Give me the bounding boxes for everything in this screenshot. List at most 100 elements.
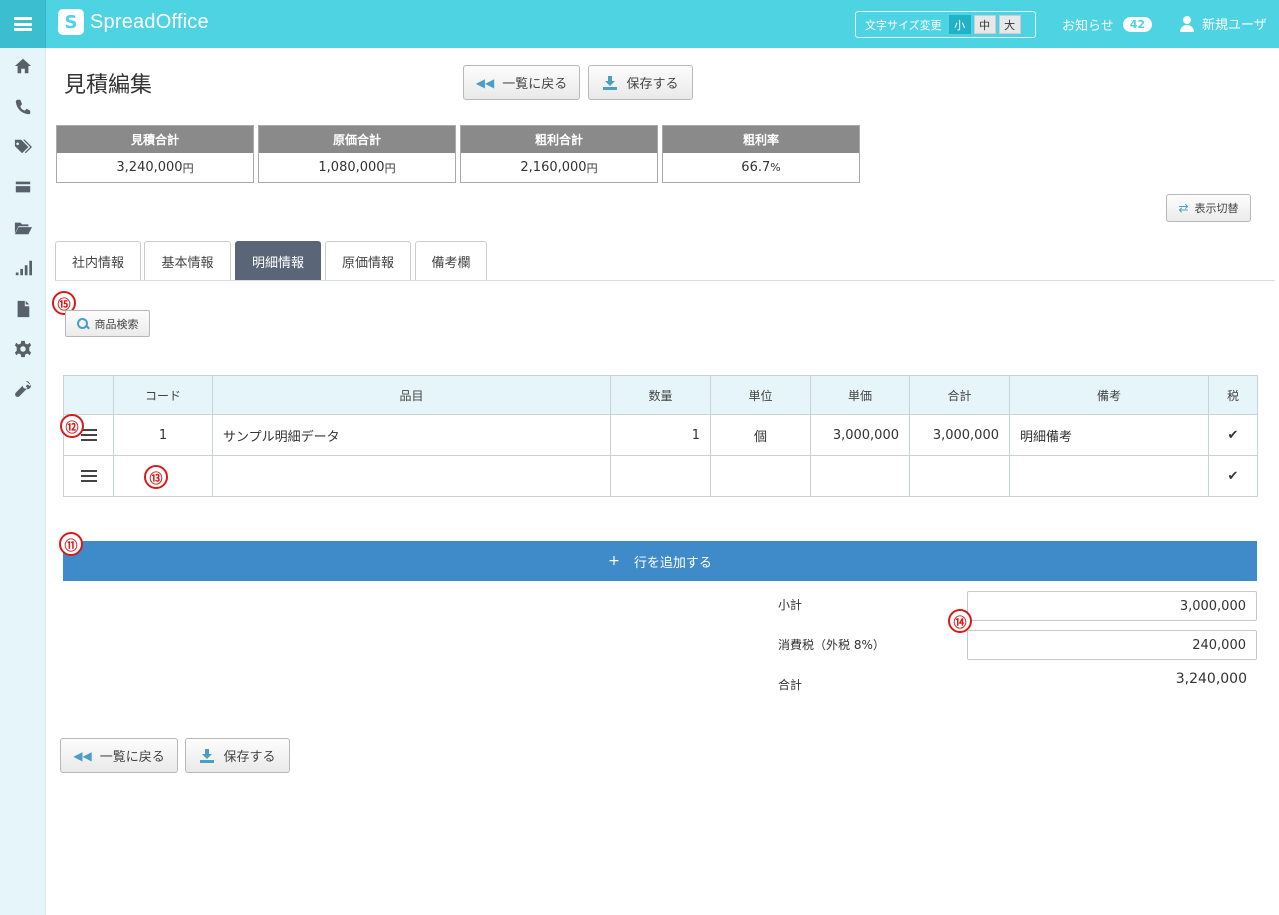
detail-table: コード 品目 数量 単位 単価 合計 備考 税 1 サンプル明細データ 1 個 …: [63, 375, 1258, 497]
cell-quantity[interactable]: [610, 455, 711, 497]
page-title: 見積編集: [64, 73, 153, 98]
cell-note[interactable]: [1009, 455, 1209, 497]
row-drag-handle[interactable]: [63, 455, 114, 497]
save-label: 保存する: [223, 750, 276, 765]
wrench-icon: [15, 380, 32, 397]
add-row-label: 行を追加する: [633, 555, 712, 571]
subtotal-field[interactable]: 3,000,000: [967, 591, 1257, 621]
font-size-label: 文字サイズ変更: [865, 18, 942, 32]
annotation-marker-14: ⑭: [948, 609, 972, 633]
column-header-item: 品目: [212, 375, 611, 415]
user-name: 新規ユーザ: [1202, 18, 1267, 33]
tab-cost-info[interactable]: 原価情報: [325, 241, 411, 281]
font-size-small-button[interactable]: 小: [948, 15, 971, 34]
column-header-quantity: 数量: [610, 375, 711, 415]
display-toggle-button[interactable]: ⇄ 表示切替: [1166, 194, 1251, 222]
cell-total: 3,000,000: [909, 414, 1010, 456]
cell-quantity[interactable]: 1: [610, 414, 711, 456]
double-chevron-left-icon: ◀◀: [73, 748, 92, 763]
hamburger-icon: [13, 17, 32, 31]
font-size-medium-button[interactable]: 中: [973, 15, 996, 34]
column-header-handle: [63, 375, 114, 415]
sidebar-item-documents[interactable]: [0, 294, 46, 324]
add-row-button[interactable]: + 行を追加する: [63, 541, 1257, 581]
user-menu[interactable]: 新規ユーザ: [1179, 14, 1267, 33]
table-header-row: コード 品目 数量 単位 単価 合計 備考 税: [63, 375, 1258, 415]
sidebar-item-payments[interactable]: [0, 172, 46, 202]
tax-check-icon[interactable]: ✔: [1208, 455, 1258, 497]
summary-unit: 円: [182, 161, 194, 175]
logo-text: SpreadOffice: [90, 10, 209, 33]
cell-unit-price[interactable]: [810, 455, 910, 497]
summary-unit: %: [770, 161, 781, 174]
sidebar-item-tools[interactable]: [0, 374, 46, 404]
save-button-bottom[interactable]: 保存する: [185, 738, 290, 773]
cell-item[interactable]: サンプル明細データ: [212, 414, 611, 456]
tab-detail-info[interactable]: 明細情報: [235, 241, 321, 281]
cell-note[interactable]: 明細備考: [1009, 414, 1209, 456]
save-label: 保存する: [626, 77, 679, 92]
summary-cost-total: 原価合計 1,080,000 円: [258, 125, 456, 183]
column-header-note: 備考: [1009, 375, 1209, 415]
summary-gross-profit: 粗利合計 2,160,000 円: [460, 125, 658, 183]
tax-field[interactable]: 240,000: [967, 630, 1257, 660]
sidebar-item-phone[interactable]: [0, 92, 46, 122]
font-size-large-button[interactable]: 大: [998, 15, 1021, 34]
summary-value: 1,080,000: [318, 160, 385, 175]
cell-total: [909, 455, 1010, 497]
tab-basic-info[interactable]: 基本情報: [144, 241, 231, 281]
column-header-unit: 単位: [710, 375, 811, 415]
summary-value: 3,240,000: [116, 160, 183, 175]
back-to-list-button[interactable]: ◀◀ 一覧に戻る: [463, 65, 580, 100]
sidebar-item-home[interactable]: [0, 51, 46, 81]
grand-total-label: 合計: [778, 678, 803, 692]
back-to-list-label: 一覧に戻る: [502, 77, 568, 92]
user-icon: [1179, 15, 1195, 32]
summary-unit: 円: [586, 161, 598, 175]
sidebar-item-folders[interactable]: [0, 213, 46, 243]
tags-icon: [14, 139, 32, 154]
save-button[interactable]: 保存する: [588, 65, 693, 100]
column-header-code: コード: [113, 375, 213, 415]
back-to-list-button-bottom[interactable]: ◀◀ 一覧に戻る: [60, 738, 178, 773]
sidebar-item-settings[interactable]: [0, 334, 46, 364]
folder-open-icon: [14, 222, 32, 235]
grand-total-value: 3,240,000: [1175, 671, 1247, 687]
tab-internal-info[interactable]: 社内情報: [55, 241, 141, 281]
double-chevron-left-icon: ◀◀: [475, 75, 495, 90]
subtotal-label: 小計: [778, 598, 803, 612]
swap-arrows-icon: ⇄: [1178, 201, 1189, 215]
cell-unit[interactable]: [710, 455, 811, 497]
gear-icon: [14, 340, 32, 358]
download-icon: [199, 748, 215, 763]
summary-quote-total: 見積合計 3,240,000 円: [56, 125, 254, 183]
cell-item[interactable]: [212, 455, 611, 497]
hamburger-menu-button[interactable]: [0, 0, 46, 48]
logo-icon: S: [58, 9, 84, 35]
top-bar: S SpreadOffice 文字サイズ変更 小 中 大 お知らせ 42 新規ユ…: [0, 0, 1279, 48]
plus-icon: +: [608, 553, 620, 569]
tax-check-icon[interactable]: ✔: [1208, 414, 1258, 456]
cell-unit[interactable]: 個: [710, 414, 811, 456]
summary-label: 見積合計: [57, 126, 253, 153]
font-size-switcher: 文字サイズ変更 小 中 大: [855, 11, 1036, 38]
column-header-total: 合計: [909, 375, 1010, 415]
cell-code[interactable]: 1: [113, 414, 213, 456]
sidebar-item-reports[interactable]: [0, 253, 46, 283]
column-header-tax: 税: [1208, 375, 1258, 415]
download-icon: [602, 75, 618, 90]
app-logo[interactable]: S SpreadOffice: [58, 9, 209, 35]
product-search-button[interactable]: 商品検索: [65, 310, 150, 337]
sidebar-item-tags[interactable]: [0, 132, 46, 162]
tab-divider: [55, 280, 1275, 281]
column-header-unit-price: 単価: [810, 375, 910, 415]
notifications-link[interactable]: お知らせ 42: [1062, 15, 1153, 34]
notifications-label: お知らせ: [1062, 19, 1114, 34]
summary-value: 2,160,000: [520, 160, 587, 175]
tab-remarks[interactable]: 備考欄: [415, 241, 487, 281]
summary-value: 66.7: [741, 160, 771, 175]
display-toggle-label: 表示切替: [1194, 202, 1239, 215]
cell-unit-price[interactable]: 3,000,000: [810, 414, 910, 456]
credit-card-icon: [15, 181, 31, 193]
sidebar: [0, 48, 46, 915]
